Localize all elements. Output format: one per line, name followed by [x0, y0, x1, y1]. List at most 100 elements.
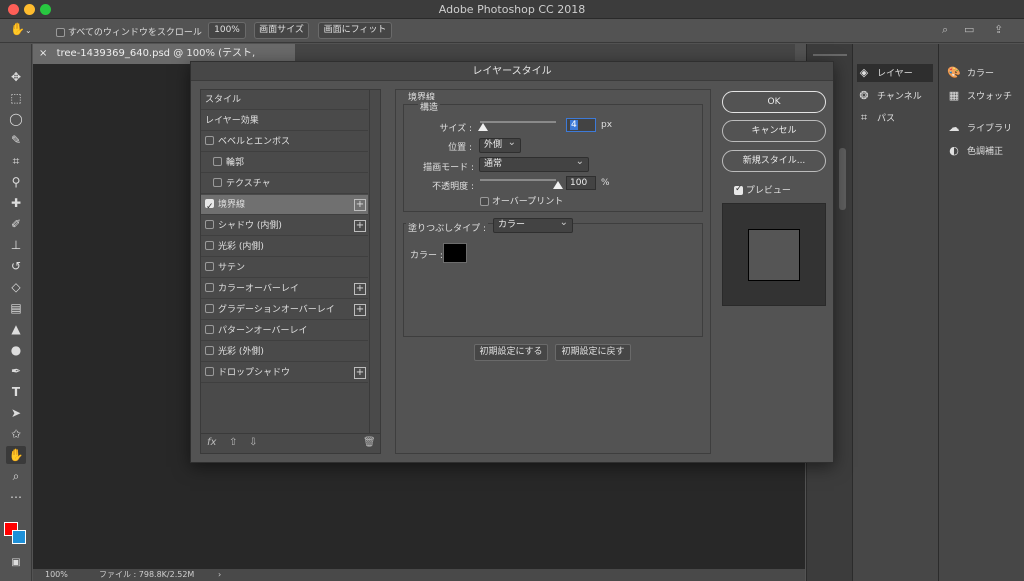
style-list-item-drop-shadow[interactable]: ドロップシャドウ +	[201, 363, 368, 383]
add-gradient-overlay-plus-icon[interactable]: +	[354, 304, 366, 316]
marquee-tool-icon[interactable]: ⬚	[6, 89, 26, 107]
bevel-emboss-checkbox[interactable]	[205, 136, 214, 145]
fit-screen-button[interactable]: 画面サイズ	[254, 22, 309, 39]
pen-tool-icon[interactable]: ✒	[6, 362, 26, 380]
style-list-item-stroke[interactable]: 境界線+	[201, 195, 368, 217]
path-select-tool-icon[interactable]: ➤	[6, 404, 26, 422]
ok-button[interactable]: OK	[722, 91, 826, 113]
make-default-button[interactable]: 初期設定にする	[474, 344, 548, 361]
stroke-color-swatch[interactable]	[443, 243, 467, 263]
move-up-icon[interactable]: ⇧	[229, 437, 237, 448]
reset-default-button[interactable]: 初期設定に戻す	[555, 344, 631, 361]
panel-tab-paths[interactable]: ⌗ パス	[857, 109, 933, 127]
style-list-item-gradient-overlay[interactable]: グラデーションオーバーレイ +	[201, 300, 368, 320]
style-list-item-bevel-emboss[interactable]: ベベルとエンボス	[201, 132, 368, 152]
opacity-input[interactable]: 100	[566, 176, 596, 190]
quick-select-tool-icon[interactable]: ✎	[6, 131, 26, 149]
panel-tab-layers[interactable]: ◈ レイヤー	[857, 64, 933, 82]
hand-tool-preset-icon[interactable]: ✋⌄	[10, 22, 34, 40]
eyedropper-tool-icon[interactable]: ⚲	[6, 173, 26, 191]
crop-tool-icon[interactable]: ⌗	[6, 152, 26, 170]
panel-tab-color[interactable]: 🎨 カラー	[947, 64, 1023, 82]
trash-icon[interactable]: 🗑	[363, 437, 376, 448]
color-overlay-checkbox[interactable]	[205, 283, 214, 292]
style-list-item-blending-options[interactable]: レイヤー効果	[201, 111, 368, 131]
new-style-button[interactable]: 新規スタイル...	[722, 150, 826, 172]
add-drop-shadow-plus-icon[interactable]: +	[354, 367, 366, 379]
search-icon[interactable]: ⌕	[942, 23, 956, 37]
share-icon[interactable]: ⇪	[994, 23, 1008, 37]
clone-stamp-tool-icon[interactable]: ⊥	[6, 236, 26, 254]
close-tab-icon[interactable]: ×	[39, 48, 47, 59]
cancel-button[interactable]: キャンセル	[722, 120, 826, 142]
panel-tab-libraries[interactable]: ☁ ライブラリ	[947, 119, 1023, 137]
preview-checkbox-box[interactable]	[734, 184, 743, 195]
scroll-all-windows-checkbox[interactable]: すべてのウィンドウをスクロール	[56, 25, 202, 38]
position-select[interactable]: 外側	[479, 136, 521, 153]
inner-shadow-checkbox[interactable]	[205, 220, 214, 229]
style-list-item-inner-glow[interactable]: 光彩 (内側)	[201, 237, 368, 257]
zoom-100-button[interactable]: 100%	[208, 22, 246, 39]
style-list-item-outer-glow[interactable]: 光彩 (外側)	[201, 342, 368, 362]
style-list-item-contour[interactable]: 輪郭	[201, 153, 368, 173]
quick-mask-icon[interactable]: ▣	[6, 554, 26, 572]
preview-checkbox[interactable]: プレビュー	[734, 183, 791, 196]
size-input[interactable]: 4	[566, 118, 596, 132]
eraser-tool-icon[interactable]: ◇	[6, 278, 26, 296]
dock-scrollbar[interactable]	[839, 148, 846, 210]
style-list-scrollbar[interactable]	[369, 90, 380, 433]
background-color-swatch[interactable]	[12, 530, 26, 544]
overprint-checkbox-box[interactable]	[480, 197, 489, 206]
pattern-overlay-checkbox[interactable]	[205, 325, 214, 334]
dock-grip[interactable]	[813, 54, 847, 56]
status-menu-chevron-icon[interactable]: ›	[218, 569, 221, 581]
panel-tab-swatches[interactable]: ▦ スウォッチ	[947, 87, 1023, 105]
dodge-tool-icon[interactable]: ●	[6, 341, 26, 359]
style-list-item-styles[interactable]: スタイル	[201, 90, 368, 110]
style-list-item-pattern-overlay[interactable]: パターンオーバーレイ	[201, 321, 368, 341]
history-brush-tool-icon[interactable]: ↺	[6, 257, 26, 275]
style-list-item-color-overlay[interactable]: カラーオーバーレイ +	[201, 279, 368, 299]
healing-brush-tool-icon[interactable]: ✚	[6, 194, 26, 212]
outer-glow-checkbox[interactable]	[205, 346, 214, 355]
more-tools-icon[interactable]: ⋯	[6, 488, 26, 506]
texture-checkbox[interactable]	[213, 178, 222, 187]
status-zoom[interactable]: 100%	[45, 569, 68, 581]
opacity-slider-thumb[interactable]	[553, 181, 563, 189]
panel-tab-adjustments[interactable]: ◐ 色調補正	[947, 142, 1023, 160]
overprint-checkbox[interactable]: オーバープリント	[480, 194, 563, 207]
workspace-icon[interactable]: ▭	[964, 23, 978, 37]
brush-tool-icon[interactable]: ✐	[6, 215, 26, 233]
opacity-slider-track[interactable]	[480, 179, 556, 181]
fill-screen-button[interactable]: 画面にフィット	[318, 22, 392, 39]
style-list-item-inner-shadow[interactable]: シャドウ (内側) +	[201, 216, 368, 236]
scroll-all-checkbox-box[interactable]	[56, 28, 65, 37]
fill-type-select[interactable]: カラー	[493, 216, 573, 233]
overprint-label: オーバープリント	[491, 197, 564, 207]
panel-tab-channels[interactable]: ❂ チャンネル	[857, 87, 933, 105]
shape-tool-icon[interactable]: ✩	[6, 425, 26, 443]
blend-mode-select[interactable]: 通常	[479, 155, 589, 172]
type-tool-icon[interactable]: T	[6, 383, 26, 401]
fx-menu-button[interactable]: fx	[207, 437, 216, 448]
size-slider-track[interactable]	[480, 121, 556, 123]
lasso-tool-icon[interactable]: ◯	[6, 110, 26, 128]
add-color-overlay-plus-icon[interactable]: +	[354, 283, 366, 295]
stroke-checkbox[interactable]	[205, 197, 214, 217]
style-list-item-texture[interactable]: テクスチャ	[201, 174, 368, 194]
drop-shadow-checkbox[interactable]	[205, 367, 214, 376]
gradient-overlay-checkbox[interactable]	[205, 304, 214, 313]
gradient-tool-icon[interactable]: ▤	[6, 299, 26, 317]
style-list-item-satin[interactable]: サテン	[201, 258, 368, 278]
inner-glow-checkbox[interactable]	[205, 241, 214, 250]
satin-checkbox[interactable]	[205, 262, 214, 271]
size-slider-thumb[interactable]	[478, 123, 488, 131]
hand-tool-icon[interactable]: ✋	[6, 446, 26, 464]
move-tool-icon[interactable]: ✥	[6, 68, 26, 86]
add-stroke-plus-icon[interactable]: +	[354, 199, 366, 211]
add-inner-shadow-plus-icon[interactable]: +	[354, 220, 366, 232]
contour-checkbox[interactable]	[213, 157, 222, 166]
move-down-icon[interactable]: ⇩	[249, 437, 257, 448]
blur-tool-icon[interactable]: ▲	[6, 320, 26, 338]
zoom-tool-icon[interactable]: ⌕	[6, 467, 26, 485]
